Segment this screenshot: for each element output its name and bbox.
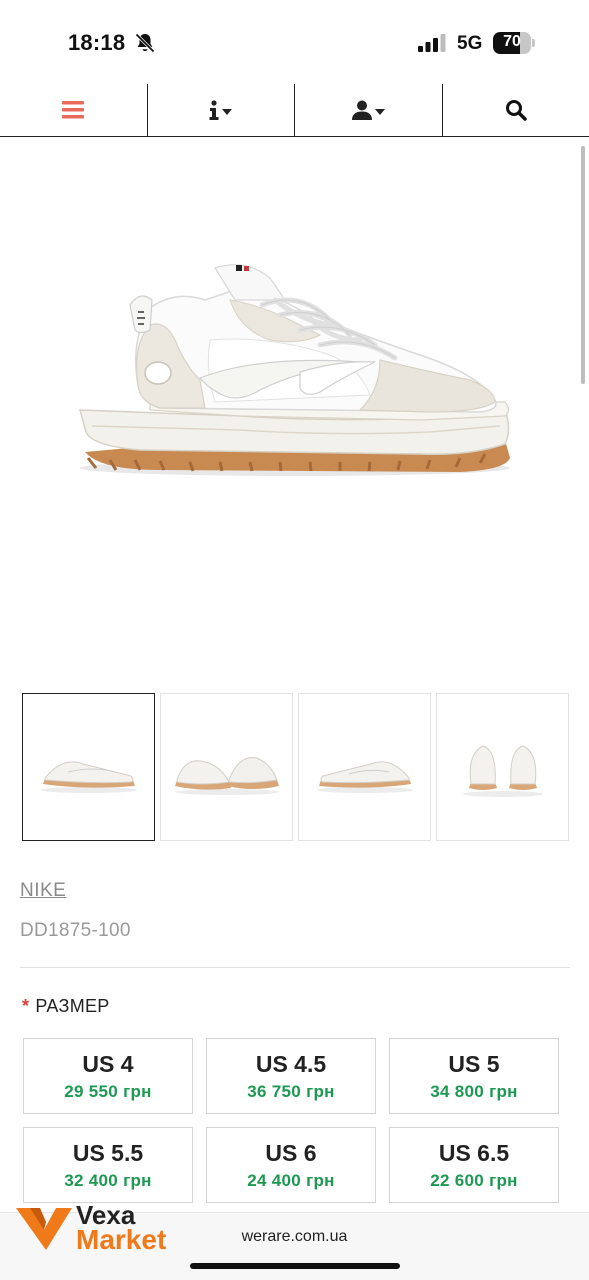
product-sku: DD1875-100 [20,920,131,941]
size-option-us-6-5[interactable]: US 6.5 22 600 грн [389,1127,559,1203]
signal-icon [418,34,446,52]
battery-icon: 70 [493,32,535,54]
thumbnail-strip [22,693,570,841]
size-price: 24 400 грн [247,1171,335,1190]
size-label: US 5 [448,1051,500,1077]
size-price: 36 750 грн [247,1082,335,1101]
size-label: US 5.5 [72,1140,144,1166]
info-icon [209,100,219,120]
size-label: US 4.5 [255,1051,327,1077]
size-label: US 6.5 [438,1140,510,1166]
home-indicator[interactable] [190,1263,400,1269]
user-icon [351,100,372,120]
battery-percent: 70 [503,33,521,50]
thumbnail-1[interactable] [22,693,155,841]
divider [20,967,570,968]
brand-link[interactable]: NIKE [20,880,66,902]
chevron-down-icon [374,109,385,115]
status-time: 18:18 [68,30,126,55]
size-option-us-6[interactable]: US 6 24 400 грн [206,1127,376,1203]
scrollbar[interactable] [581,146,585,384]
info-dropdown-button[interactable] [148,84,295,136]
size-label: US 4 [82,1051,134,1077]
thumbnail-2[interactable] [160,693,293,841]
vexa-logo-icon [16,1208,72,1250]
search-icon [505,100,527,121]
size-label: US 6 [265,1140,317,1166]
required-mark: * [22,996,30,1016]
network-label: 5G [457,33,483,54]
size-option-us-5-5[interactable]: US 5.5 32 400 грн [23,1127,193,1203]
chevron-down-icon [222,109,233,115]
bell-slash-icon [135,33,155,53]
size-option-us-4-5[interactable]: US 4.5 36 750 грн [206,1038,376,1114]
watermark-line2: Market [76,1224,167,1255]
account-dropdown-button[interactable] [295,84,443,136]
thumbnail-4[interactable] [436,693,569,841]
size-price: 29 550 грн [64,1082,152,1101]
size-option-us-4[interactable]: US 4 29 550 грн [23,1038,193,1114]
hamburger-icon [62,101,85,119]
menu-button[interactable] [0,84,148,136]
size-heading: * РАЗМЕР [22,996,110,1017]
size-heading-label: РАЗМЕР [35,996,110,1016]
thumbnail-3[interactable] [298,693,431,841]
size-price: 34 800 грн [430,1082,518,1101]
search-button[interactable] [443,84,589,136]
vexa-market-watermark: Vexa Market [16,1198,191,1258]
size-price: 32 400 грн [64,1171,152,1190]
size-option-us-5[interactable]: US 5 34 800 грн [389,1038,559,1114]
top-nav [0,84,589,137]
status-bar: 18:18 5G 70 [0,0,589,84]
size-price: 22 600 грн [430,1171,518,1190]
product-main-image[interactable] [0,140,589,680]
